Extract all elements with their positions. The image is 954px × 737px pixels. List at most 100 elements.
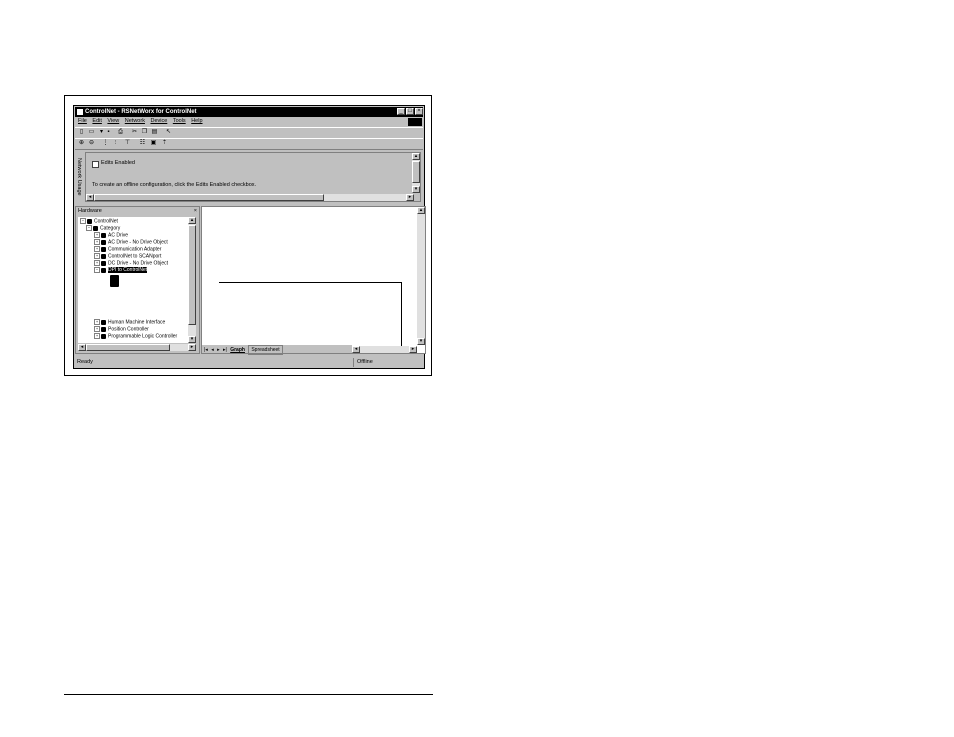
device-icon bbox=[101, 260, 106, 266]
menu-help[interactable]: Help bbox=[191, 117, 202, 126]
menu-file[interactable]: File bbox=[78, 117, 87, 126]
minimize-button[interactable]: _ bbox=[397, 108, 405, 115]
scroll-right-icon[interactable]: ▸ bbox=[409, 346, 417, 353]
scroll-thumb[interactable] bbox=[188, 225, 196, 325]
help-pointer-icon[interactable]: ↖ bbox=[165, 129, 172, 136]
tree-item[interactable]: + AC Drive bbox=[94, 232, 128, 238]
device-icon bbox=[101, 232, 106, 238]
first-tab-icon[interactable]: |◂ bbox=[204, 346, 208, 354]
device-icon bbox=[101, 246, 106, 252]
tree-vertical-scrollbar[interactable]: ▴ ▾ bbox=[188, 217, 196, 343]
scroll-down-icon[interactable]: ▾ bbox=[417, 338, 425, 345]
edits-enabled-label: Edits Enabled bbox=[101, 160, 135, 166]
tree-root[interactable]: − ControlNet bbox=[80, 218, 118, 224]
device-icon bbox=[101, 319, 106, 325]
upload-icon[interactable]: ⇡ bbox=[161, 140, 168, 147]
tree-item-selected[interactable]: − DPI to ControlNet bbox=[94, 267, 148, 274]
next-tab-icon[interactable]: ▸ bbox=[217, 346, 220, 354]
network-usage-label: Network Usage bbox=[76, 158, 82, 196]
log-message: To create an offline configuration, clic… bbox=[92, 182, 257, 188]
close-button[interactable]: × bbox=[415, 108, 423, 115]
device-icon bbox=[101, 267, 106, 273]
network-status-icon bbox=[408, 118, 422, 126]
log-content: Edits Enabled To create an offline confi… bbox=[85, 152, 421, 202]
device-icon bbox=[101, 326, 106, 332]
app-icon bbox=[77, 109, 83, 115]
network-layout-icon[interactable]: ☷ bbox=[139, 140, 146, 147]
network-tree-icon[interactable]: ⊤ bbox=[124, 140, 131, 147]
app-window: ControlNet - RSNetWorx for ControlNet _ … bbox=[73, 105, 426, 369]
scroll-down-icon[interactable]: ▾ bbox=[412, 186, 420, 193]
cut-icon[interactable]: ✂ bbox=[131, 129, 138, 136]
save-icon[interactable]: ▪ bbox=[105, 129, 112, 136]
toolbar-view: ⊕ ⊖ ⋮ ⫶ ⊤ ☷ ▣ ⇡ bbox=[75, 138, 423, 150]
tree-item[interactable]: + Programmable Logic Controller bbox=[94, 333, 177, 339]
scroll-left-icon[interactable]: ◂ bbox=[352, 346, 360, 353]
maximize-button[interactable]: □ bbox=[406, 108, 414, 115]
copy-icon[interactable]: ❐ bbox=[141, 129, 148, 136]
menu-network[interactable]: Network bbox=[125, 117, 145, 126]
menu-tools[interactable]: Tools bbox=[173, 117, 186, 126]
scroll-thumb[interactable] bbox=[86, 344, 170, 351]
figure-frame: ControlNet - RSNetWorx for ControlNet _ … bbox=[64, 95, 432, 376]
tree-category[interactable]: − Category bbox=[86, 225, 120, 231]
scroll-thumb[interactable] bbox=[412, 161, 420, 183]
scroll-left-icon[interactable]: ◂ bbox=[78, 344, 86, 351]
tab-graph[interactable]: Graph bbox=[230, 346, 245, 354]
menu-bar: File Edit View Network Device Tools Help bbox=[75, 117, 423, 126]
tree-item[interactable]: + ControlNet to SCANport bbox=[94, 253, 161, 259]
view-tabs: |◂ ◂ ▸ ▸| Graph Spreadsheet bbox=[202, 345, 352, 355]
align-left-icon[interactable]: ⋮ bbox=[102, 140, 109, 147]
tree-item[interactable]: + Position Controller bbox=[94, 326, 149, 332]
hardware-title: Hardware bbox=[78, 208, 102, 214]
scroll-right-icon[interactable]: ▸ bbox=[406, 194, 414, 201]
open-icon[interactable]: ▭ bbox=[88, 129, 95, 136]
scroll-up-icon[interactable]: ▴ bbox=[417, 207, 425, 214]
status-mode: Offline bbox=[353, 358, 427, 367]
log-vertical-scrollbar[interactable]: ▴ ▾ bbox=[412, 153, 420, 193]
align-top-icon[interactable]: ⫶ bbox=[112, 140, 119, 147]
device-icon bbox=[101, 253, 106, 259]
tree-horizontal-scrollbar[interactable]: ◂ ▸ bbox=[78, 344, 196, 351]
hardware-tree: − ControlNet − Category + AC Drive + AC Driv… bbox=[78, 217, 188, 343]
graph-vertical-scrollbar[interactable]: ▴ ▾ bbox=[417, 207, 425, 345]
last-tab-icon[interactable]: ▸| bbox=[223, 346, 227, 354]
close-pane-icon[interactable]: × bbox=[194, 208, 197, 215]
hardware-header: Hardware × bbox=[78, 208, 197, 215]
tree-item[interactable]: + AC Drive - No Drive Object bbox=[94, 239, 168, 245]
device-icon bbox=[101, 239, 106, 245]
scroll-down-icon[interactable]: ▾ bbox=[188, 336, 196, 343]
device-icon bbox=[101, 333, 106, 339]
tab-spreadsheet[interactable]: Spreadsheet bbox=[248, 345, 283, 355]
tree-item[interactable]: + Communication Adapter bbox=[94, 246, 161, 252]
title-bar: ControlNet - RSNetWorx for ControlNet _ … bbox=[75, 107, 423, 117]
folder-icon bbox=[93, 225, 98, 231]
network-icon bbox=[87, 218, 92, 224]
scroll-up-icon[interactable]: ▴ bbox=[188, 217, 196, 224]
new-icon[interactable]: ▯ bbox=[78, 129, 85, 136]
hardware-panel: Hardware × − ControlNet − Category + AC Dri… bbox=[75, 206, 200, 354]
scroll-left-icon[interactable]: ◂ bbox=[86, 194, 94, 201]
scroll-thumb[interactable] bbox=[94, 194, 324, 201]
paste-icon[interactable]: ▤ bbox=[151, 129, 158, 136]
zoom-in-icon[interactable]: ⊕ bbox=[78, 140, 85, 147]
menu-device[interactable]: Device bbox=[150, 117, 167, 126]
dpi-device-icon[interactable] bbox=[110, 275, 119, 287]
tree-item[interactable]: + DC Drive - No Drive Object bbox=[94, 260, 168, 266]
prev-tab-icon[interactable]: ◂ bbox=[211, 346, 214, 354]
menu-edit[interactable]: Edit bbox=[92, 117, 101, 126]
zoom-out-icon[interactable]: ⊖ bbox=[88, 140, 95, 147]
print-icon[interactable]: ⎙ bbox=[117, 129, 124, 136]
graph-view[interactable]: ▴ ▾ |◂ ◂ ▸ ▸| Graph Spreadsheet ◂ ▸ bbox=[201, 206, 426, 355]
graph-horizontal-scrollbar[interactable]: ◂ ▸ bbox=[352, 346, 417, 353]
scroll-up-icon[interactable]: ▴ bbox=[412, 153, 420, 160]
log-horizontal-scrollbar[interactable]: ◂ ▸ bbox=[86, 194, 414, 201]
dropdown-arrow-icon[interactable]: ▾ bbox=[98, 129, 105, 136]
status-bar: Ready Offline bbox=[75, 358, 423, 367]
window-title: ControlNet - RSNetWorx for ControlNet bbox=[85, 109, 197, 115]
scroll-right-icon[interactable]: ▸ bbox=[188, 344, 196, 351]
menu-view[interactable]: View bbox=[107, 117, 119, 126]
edits-enabled-checkbox[interactable] bbox=[92, 161, 99, 168]
tree-item[interactable]: + Human Machine Interface bbox=[94, 319, 165, 325]
properties-icon[interactable]: ▣ bbox=[150, 140, 157, 147]
